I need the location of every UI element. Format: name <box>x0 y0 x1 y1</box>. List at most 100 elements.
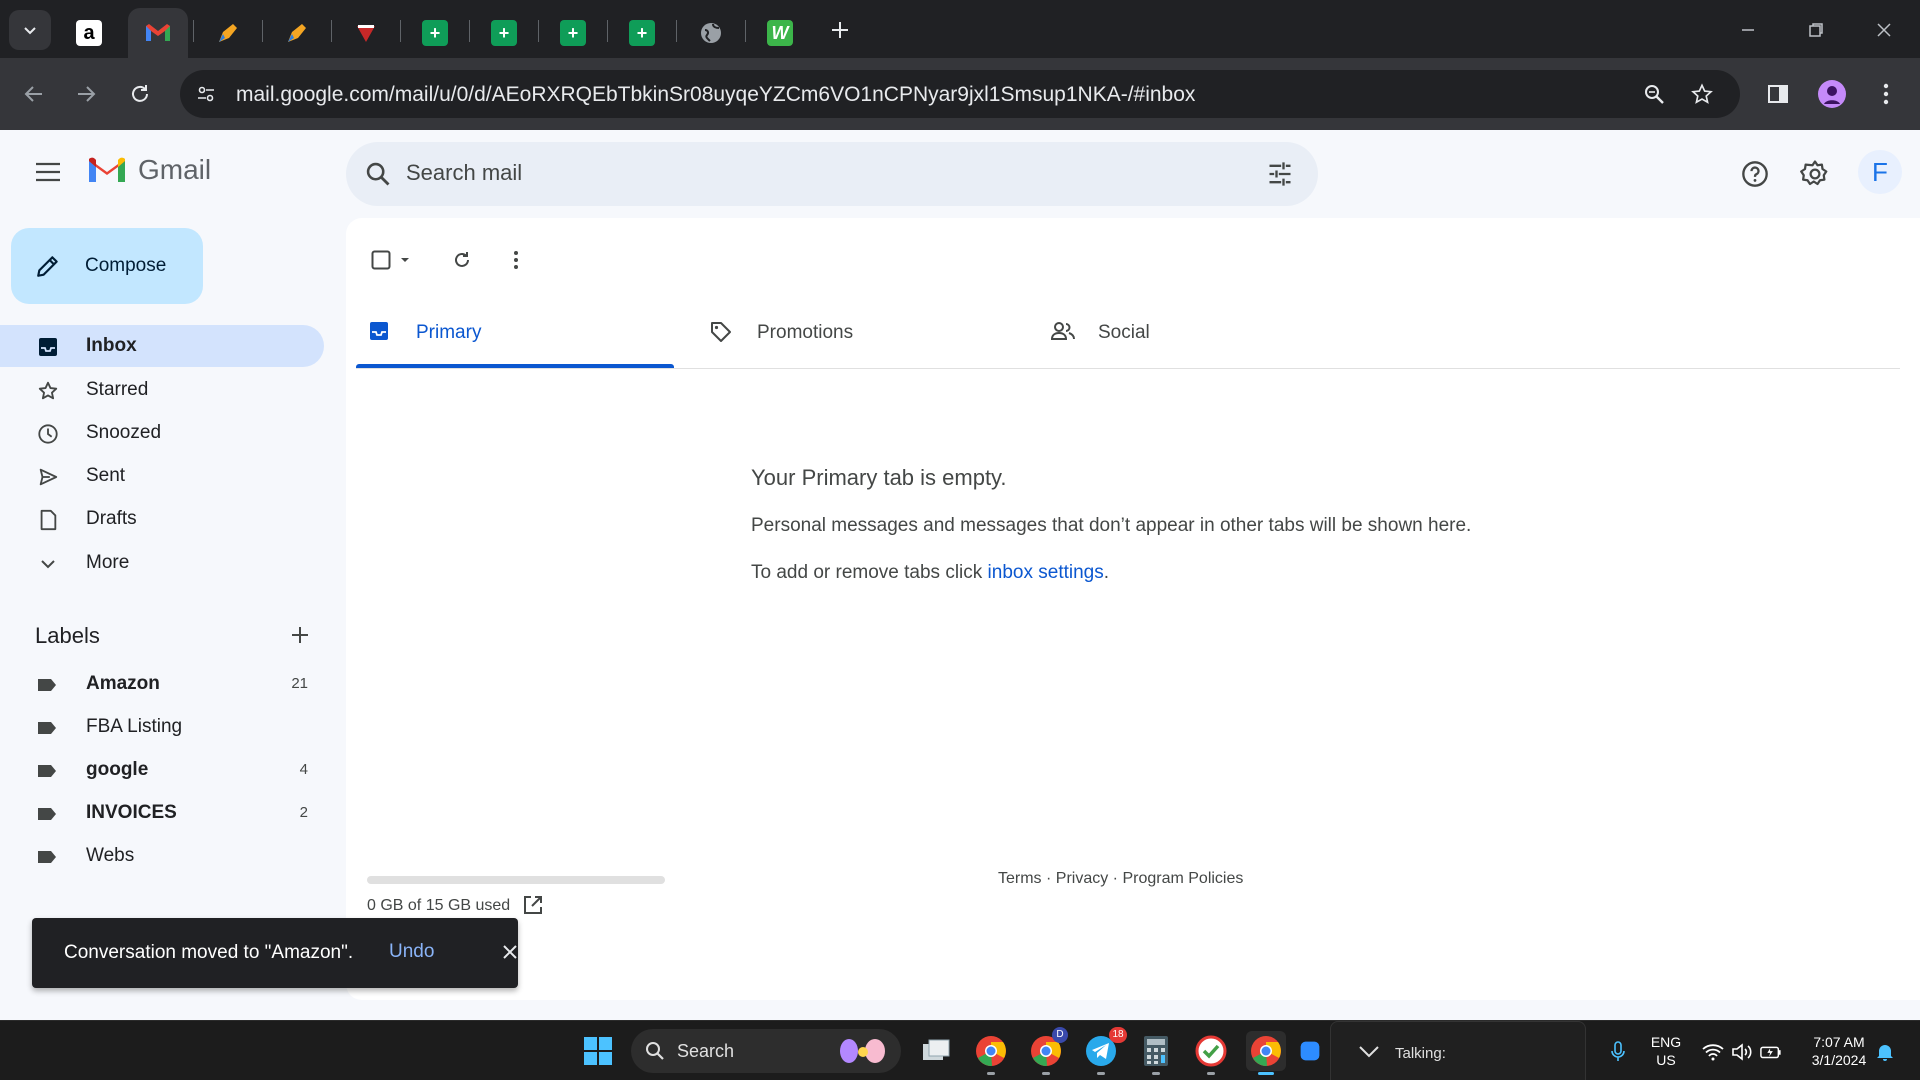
clock[interactable]: 7:07 AM 3/1/2024 <box>1796 1033 1882 1069</box>
url-text[interactable]: mail.google.com/mail/u/0/d/AEoRXRQEbTbki… <box>236 83 1195 107</box>
search-icon[interactable] <box>364 160 392 188</box>
browser-tab-w-app[interactable]: W <box>746 8 814 58</box>
undo-button[interactable]: Undo <box>389 941 434 963</box>
more-actions-button[interactable] <box>500 244 532 276</box>
taskbar-app-calculator[interactable] <box>1136 1031 1176 1075</box>
inbox-settings-link[interactable]: inbox settings <box>988 562 1104 583</box>
taskbar-app-telegram[interactable]: 18 <box>1081 1027 1127 1075</box>
label-item-fba-listing[interactable]: FBA Listing <box>0 708 324 748</box>
back-button[interactable] <box>12 72 56 116</box>
forward-button[interactable] <box>64 72 108 116</box>
new-tab-button[interactable] <box>820 12 860 48</box>
gmail-logo[interactable]: Gmail <box>86 154 211 186</box>
browser-tab-sheets-3[interactable]: + <box>539 8 607 58</box>
windows-taskbar: Search D 18 Talking: ENG US 7:07 AM 3/1/… <box>0 1020 1920 1080</box>
taskbar-search[interactable]: Search <box>631 1029 901 1073</box>
search-input[interactable]: Search mail <box>406 160 522 186</box>
label-item-amazon[interactable]: Amazon 21 <box>0 665 324 705</box>
nav-item-starred[interactable]: Starred <box>0 369 324 411</box>
browser-tab-amazon[interactable]: a <box>55 8 123 58</box>
region-code: US <box>1656 1052 1676 1068</box>
butterfly-search-highlight-icon <box>840 1039 885 1063</box>
browser-tab-sheets-4[interactable]: + <box>608 8 676 58</box>
refresh-button[interactable] <box>446 244 478 276</box>
hint-suffix: . <box>1103 562 1110 583</box>
label-item-webs[interactable]: Webs <box>0 837 324 877</box>
hamburger-icon <box>36 162 60 182</box>
close-window-button[interactable] <box>1864 10 1904 50</box>
voice-access-panel[interactable]: Talking: <box>1330 1021 1586 1080</box>
nav-item-more[interactable]: More <box>0 542 324 584</box>
minimize-icon <box>1742 29 1754 31</box>
restore-button[interactable] <box>1796 10 1836 50</box>
nav-item-snoozed[interactable]: Snoozed <box>0 412 324 454</box>
label-item-google[interactable]: google 4 <box>0 751 324 791</box>
taskbar-app-chrome-active[interactable] <box>1246 1031 1286 1075</box>
running-indicator <box>1152 1072 1160 1075</box>
account-avatar[interactable]: F <box>1858 150 1902 194</box>
notifications-button[interactable] <box>1874 1041 1896 1063</box>
close-icon <box>1877 23 1891 37</box>
side-panel-button[interactable] <box>1756 72 1800 116</box>
browser-tab-globe[interactable] <box>677 8 745 58</box>
input-language-indicator[interactable]: ENG US <box>1646 1033 1686 1069</box>
label-tag-icon <box>38 679 56 691</box>
search-bar[interactable]: Search mail <box>346 142 1318 206</box>
calculator-icon <box>1144 1036 1168 1066</box>
compose-button[interactable]: Compose <box>11 228 203 304</box>
browser-tab-bar: a + + + + W <box>0 0 1920 58</box>
address-bar[interactable]: mail.google.com/mail/u/0/d/AEoRXRQEbTbki… <box>180 70 1740 118</box>
start-button[interactable] <box>578 1031 618 1071</box>
nav-label-inbox: Inbox <box>86 335 137 356</box>
manage-storage-link[interactable] <box>522 894 544 921</box>
volume-status[interactable] <box>1731 1041 1753 1063</box>
side-panel-icon <box>1768 85 1788 103</box>
inbox-icon <box>370 322 388 340</box>
settings-button[interactable] <box>1795 154 1835 194</box>
create-label-button[interactable] <box>286 621 314 649</box>
search-options-icon[interactable] <box>1266 160 1294 188</box>
reload-button[interactable] <box>118 72 162 116</box>
select-all-checkbox[interactable] <box>366 244 416 276</box>
microphone-button[interactable] <box>1607 1041 1629 1063</box>
label-tag-icon <box>38 722 56 734</box>
site-info-button[interactable] <box>190 78 222 110</box>
taskbar-app-chrome-2[interactable]: D <box>1026 1027 1068 1075</box>
zoom-button[interactable] <box>1638 78 1670 110</box>
browser-tab-red-shield[interactable] <box>332 8 400 58</box>
taskbar-app-chrome-1[interactable] <box>971 1031 1011 1075</box>
taskbar-app-file-explorer-view[interactable] <box>916 1031 956 1071</box>
label-item-invoices[interactable]: INVOICES 2 <box>0 794 324 834</box>
browser-tab-gmail[interactable] <box>128 8 188 58</box>
footer-links[interactable]: Terms · Privacy · Program Policies <box>998 870 1243 888</box>
support-button[interactable] <box>1735 154 1775 194</box>
main-menu-button[interactable] <box>28 152 68 192</box>
external-link-icon <box>524 896 542 914</box>
browser-tab-sheets-1[interactable]: + <box>401 8 469 58</box>
profile-button[interactable] <box>1810 72 1854 116</box>
taskbar-app-tasks[interactable] <box>1191 1031 1231 1075</box>
minimize-button[interactable] <box>1728 10 1768 50</box>
tab-primary[interactable]: Primary <box>356 296 674 368</box>
battery-status[interactable] <box>1760 1041 1782 1063</box>
nav-item-sent[interactable]: Sent <box>0 455 324 497</box>
tab-promotions[interactable]: Promotions <box>697 296 1015 368</box>
taskbar-app-zoom[interactable] <box>1300 1031 1320 1071</box>
bookmark-button[interactable] <box>1686 78 1718 110</box>
chevron-down-icon[interactable] <box>1357 1042 1381 1060</box>
browser-tab-pencil-2[interactable] <box>263 8 331 58</box>
caret-down-icon[interactable] <box>399 254 411 266</box>
tab-search-button[interactable] <box>9 10 51 50</box>
label-name: Amazon <box>86 673 160 694</box>
pencil-app-favicon <box>219 24 237 42</box>
running-indicator <box>987 1072 995 1075</box>
browser-tab-pencil-1[interactable] <box>194 8 262 58</box>
browser-menu-button[interactable] <box>1864 72 1908 116</box>
nav-item-drafts[interactable]: Drafts <box>0 498 324 540</box>
tab-social[interactable]: Social <box>1038 296 1356 368</box>
nav-item-inbox[interactable]: Inbox <box>0 325 324 367</box>
browser-tab-sheets-2[interactable]: + <box>470 8 538 58</box>
dismiss-snackbar-button[interactable] <box>498 940 522 964</box>
wifi-status[interactable] <box>1702 1041 1724 1063</box>
kebab-menu-icon <box>1883 83 1889 105</box>
